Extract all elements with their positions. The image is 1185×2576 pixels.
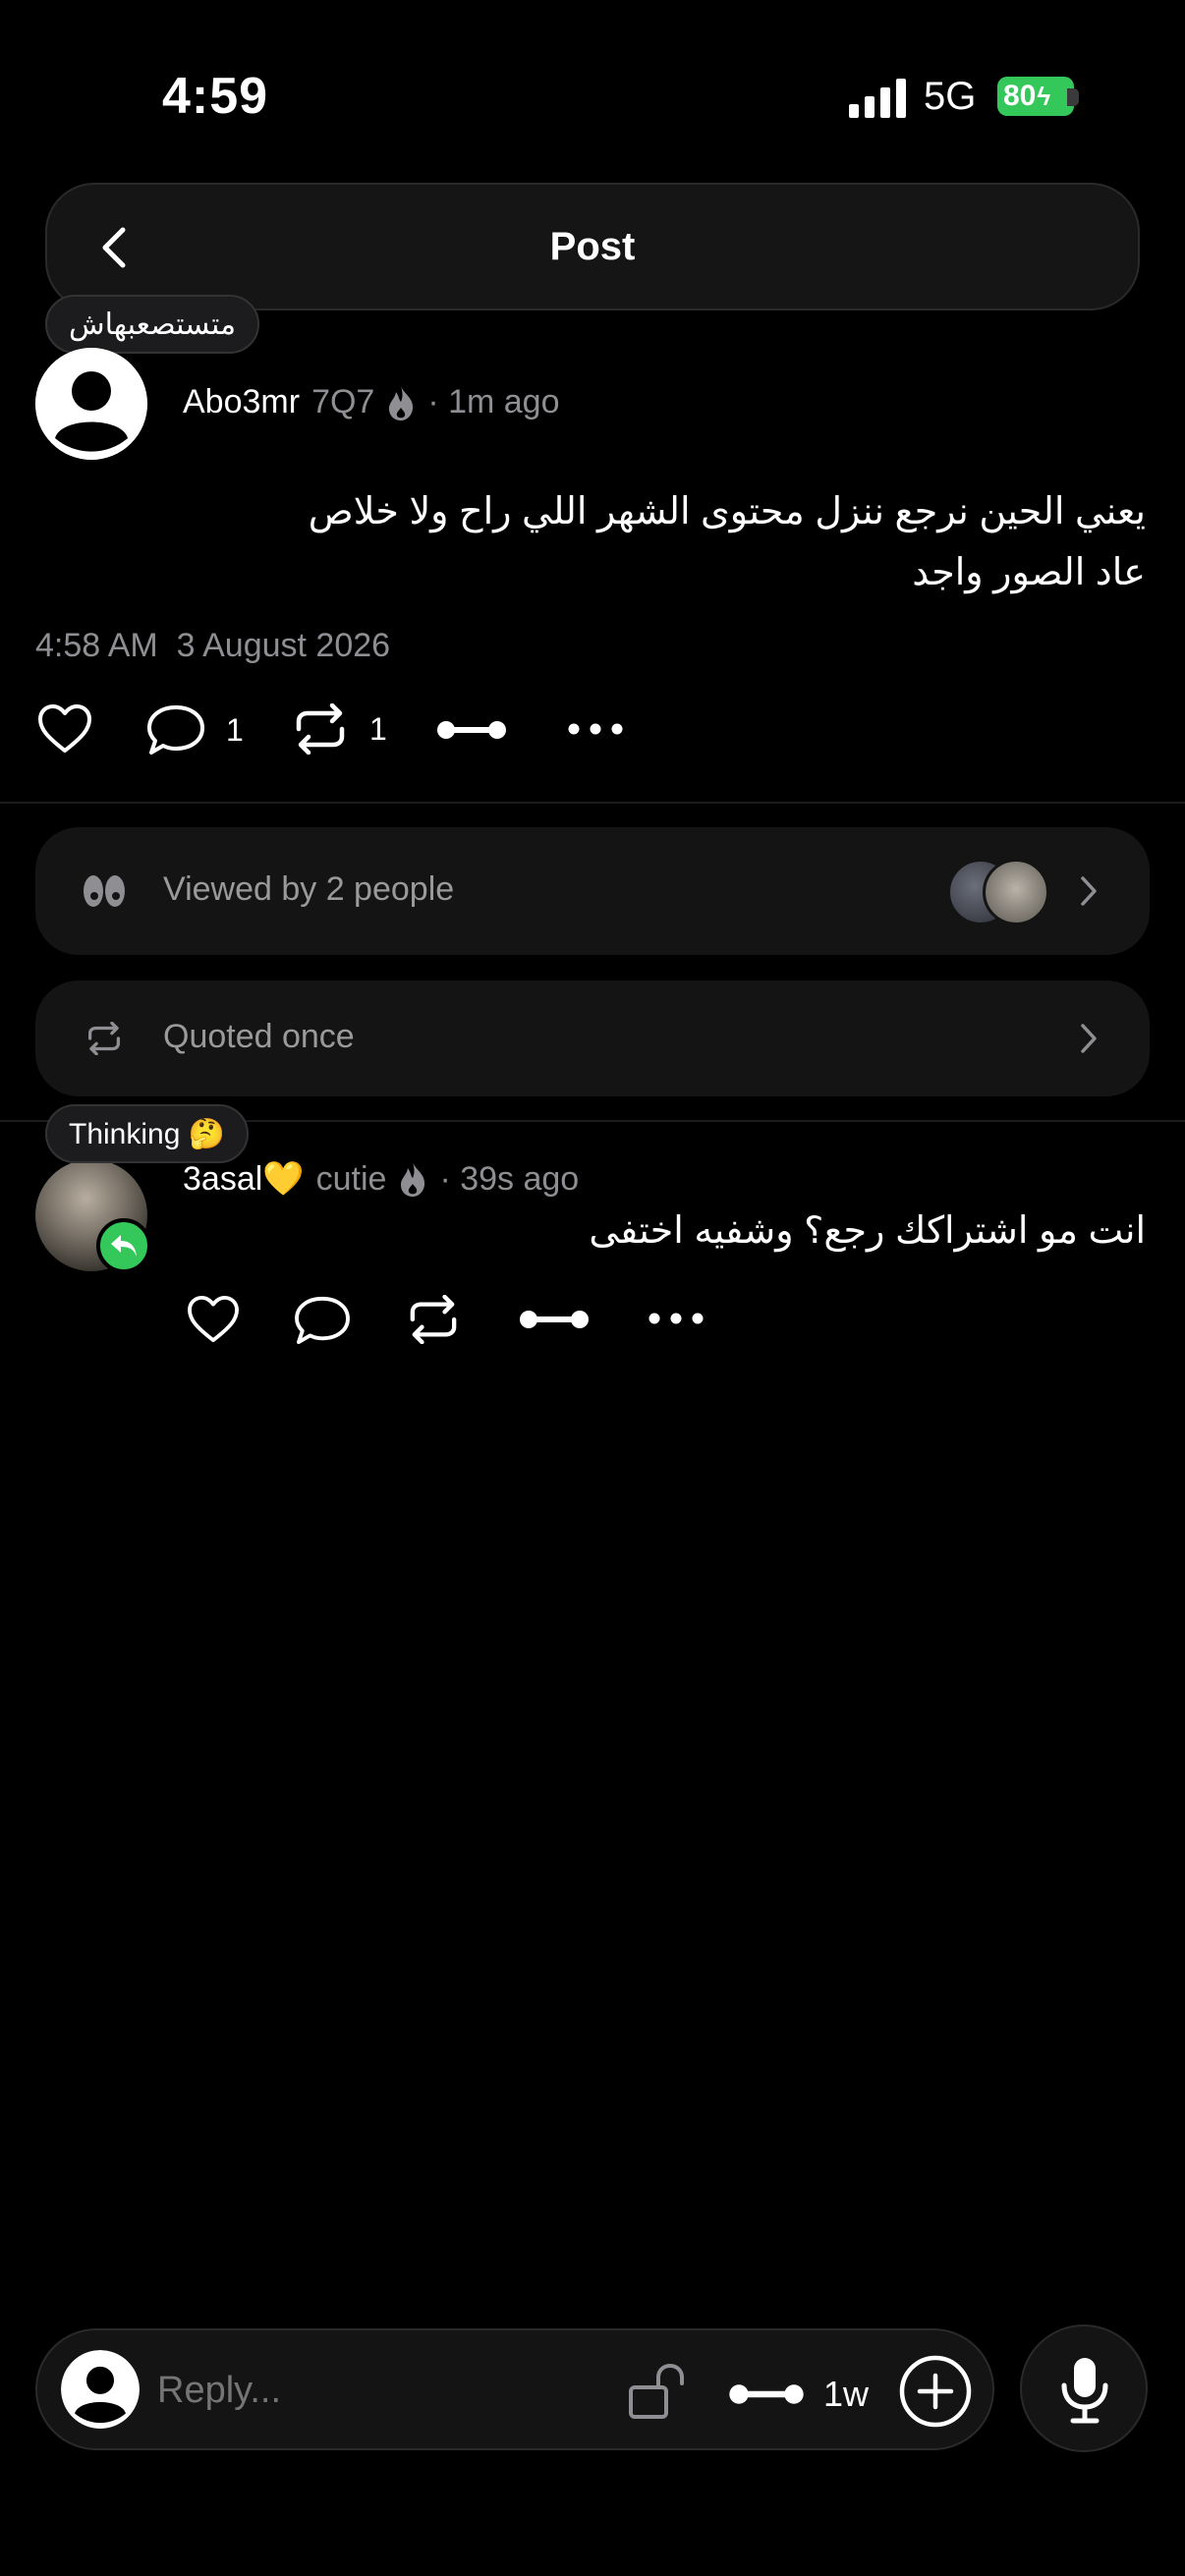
reply-arrow-icon: [111, 1235, 137, 1257]
plus-circle-icon: [899, 2355, 972, 2428]
more-icon: [649, 1313, 704, 1324]
post-time-ago: · 1m ago: [427, 383, 560, 420]
reply-badge: [96, 1218, 151, 1273]
charging-icon: ϟ: [1037, 81, 1051, 111]
author-name[interactable]: Abo3mr: [183, 383, 300, 421]
post-text-line-2: عاد الصور واجد: [912, 552, 1146, 593]
post-author-line: Abo3mr 7Q7 · 1m ago: [183, 383, 560, 421]
visibility-lock-button[interactable]: [627, 2360, 688, 2421]
post-header: Post: [45, 183, 1140, 310]
heart-icon: [38, 704, 91, 753]
expiry-label: 1w: [823, 2374, 870, 2414]
viewed-by-label: Viewed by 2 people: [163, 870, 455, 908]
link-dots-icon: [437, 721, 506, 739]
repost-icon: [87, 1022, 121, 1055]
comment-icon: [147, 705, 204, 755]
repost-count: 1: [369, 710, 387, 747]
repost-icon: [296, 703, 345, 755]
reply-like-button[interactable]: [187, 1295, 240, 1344]
signal-icon: [849, 79, 908, 118]
reply-author-line: 3asal💛 cutie · 39s ago: [183, 1159, 579, 1199]
reply-note-bubble[interactable]: Thinking 🤔: [45, 1104, 250, 1163]
default-user-icon: [35, 348, 147, 460]
reply-more-button[interactable]: [647, 1309, 705, 1328]
flame-icon: [389, 385, 414, 420]
viewer-avatar: [983, 859, 1049, 925]
author-note-bubble[interactable]: متستصعبهاش: [45, 295, 260, 354]
add-attachment-button[interactable]: [898, 2354, 973, 2429]
reply-text: انت مو اشتراكك رجع؟ وشفيه اختفى: [589, 1210, 1146, 1252]
comment-icon: [295, 1296, 350, 1345]
reply-author-name[interactable]: 3asal💛: [183, 1159, 305, 1199]
viewed-by-card[interactable]: Viewed by 2 people: [35, 827, 1150, 955]
like-button[interactable]: [37, 703, 92, 755]
connect-button[interactable]: [436, 717, 507, 743]
battery-cap: [1067, 88, 1079, 106]
repost-button[interactable]: 1: [291, 703, 387, 755]
voice-record-button[interactable]: [1020, 2324, 1148, 2452]
repost-icon: [410, 1295, 457, 1344]
battery-level: 80: [1003, 80, 1037, 112]
divider: [0, 802, 1185, 804]
post-text-line-1: يعني الحين نرجع ننزل محتوى الشهر اللي را…: [308, 491, 1146, 532]
more-button[interactable]: [566, 719, 625, 739]
quoted-card[interactable]: Quoted once: [35, 980, 1150, 1096]
link-dots-icon: [520, 1311, 589, 1328]
page-title: Post: [549, 225, 636, 268]
eyes-icon: [84, 875, 125, 907]
chevron-right-icon: [1081, 1024, 1097, 1053]
default-user-icon: [61, 2350, 140, 2429]
heart-icon: [188, 1295, 239, 1343]
link-dots-icon: [729, 2384, 804, 2404]
reply-composer: 1w: [35, 2328, 994, 2450]
reply-count: 1: [226, 711, 244, 748]
battery-indicator: 80 ϟ: [997, 77, 1074, 116]
flame-icon: [401, 1162, 425, 1197]
reply-time-ago: · 39s ago: [439, 1159, 580, 1198]
reply-input[interactable]: [155, 2358, 533, 2423]
chevron-right-icon: [1081, 876, 1097, 906]
post-timestamp: 4:58 AM 3 August 2026: [35, 627, 391, 664]
reply-comment-button[interactable]: [293, 1295, 352, 1346]
reply-author-tag: cutie: [315, 1159, 387, 1198]
reply-connect-button[interactable]: [519, 1307, 590, 1332]
reply-repost-button[interactable]: [405, 1295, 462, 1344]
unlock-icon: [629, 2363, 684, 2419]
composer-avatar: [61, 2350, 140, 2429]
quoted-label: Quoted once: [163, 1018, 355, 1055]
more-icon: [568, 723, 623, 735]
status-time: 4:59: [162, 68, 269, 125]
avatar[interactable]: [35, 348, 147, 460]
reply-button[interactable]: 1: [145, 703, 244, 756]
microphone-icon: [1061, 2358, 1108, 2424]
network-type: 5G: [924, 75, 977, 118]
author-tag: 7Q7: [311, 383, 375, 420]
expiry-button[interactable]: 1w: [727, 2374, 869, 2415]
